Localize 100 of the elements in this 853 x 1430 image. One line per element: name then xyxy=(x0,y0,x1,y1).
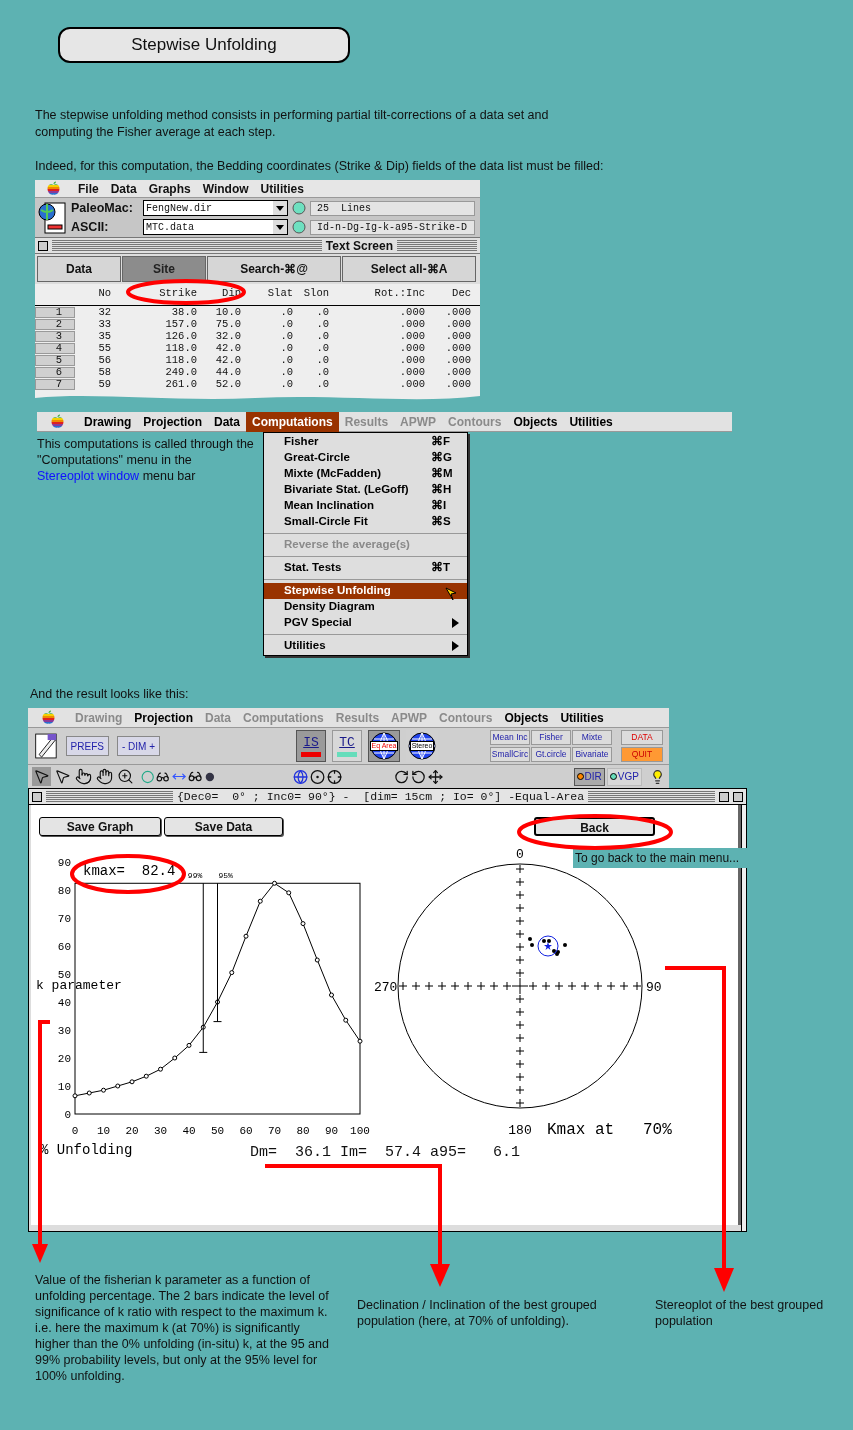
tab[interactable]: Select all-⌘A xyxy=(342,256,476,282)
table-cell-text: .000 xyxy=(444,366,471,378)
move-icon[interactable] xyxy=(428,767,444,786)
column-header: Dec xyxy=(451,286,471,302)
menu-item[interactable]: Stat. Tests ⌘T xyxy=(264,560,467,576)
row-number[interactable]: 1 xyxy=(35,306,75,318)
table-cell-text: .000 xyxy=(444,342,471,354)
coordinate-toggle[interactable]: VGP xyxy=(606,767,642,786)
menu-item[interactable]: Great-Circle ⌘G xyxy=(264,450,467,466)
arrow-pointer-icon[interactable] xyxy=(54,768,71,785)
y-axis-title: k parameter xyxy=(36,978,122,993)
save-button[interactable]: Save Data xyxy=(164,817,283,836)
menu-item[interactable]: Projection xyxy=(137,411,209,432)
menu-item[interactable]: Mixte (McFadden) ⌘M xyxy=(264,466,467,482)
file-select[interactable]: FengNew.dir xyxy=(143,200,288,216)
table-cell-text: .0 xyxy=(315,330,329,342)
menu-item[interactable]: Utilities xyxy=(563,411,619,432)
pen-document-icon xyxy=(34,730,60,762)
menu-item[interactable]: Window xyxy=(196,180,255,198)
menu-item[interactable]: File xyxy=(72,180,105,198)
row-number[interactable]: 3 xyxy=(35,330,75,342)
mean-direction-stats: Dm= 36.1 Im= 57.4 a95= 6.1 xyxy=(250,1143,521,1163)
table-cell-text: .0 xyxy=(279,366,293,378)
prefs-button[interactable]: PREFS xyxy=(65,736,109,756)
command-button[interactable]: Mean Inc xyxy=(490,730,530,745)
command-button[interactable]: Bivariate xyxy=(572,747,612,762)
menu-item[interactable]: Data xyxy=(104,180,143,198)
close-box[interactable] xyxy=(38,240,48,251)
menu-item[interactable]: Utilities xyxy=(554,707,610,728)
row-number[interactable]: 6 xyxy=(35,366,75,378)
menu-item[interactable]: Density Diagram xyxy=(264,599,467,615)
mode-button[interactable]: TC xyxy=(332,730,362,762)
table-cell-text: 52.0 xyxy=(214,378,241,390)
menu-item[interactable]: Data xyxy=(208,411,247,432)
dim-button[interactable]: - DIM + xyxy=(116,736,160,756)
table-cell-text: .000 xyxy=(444,354,471,366)
table-cell-text: 249.0 xyxy=(164,366,197,378)
menu-item[interactable]: Utilities xyxy=(254,180,310,198)
table-cell-text: .0 xyxy=(315,354,329,366)
net-icon[interactable] xyxy=(293,767,309,786)
table-cell-text: .0 xyxy=(279,342,293,354)
table-cell-text: 75.0 xyxy=(214,318,241,330)
menu-item[interactable]: PGV Special xyxy=(264,615,467,631)
tab[interactable]: Search-⌘@ xyxy=(207,256,341,282)
table-cell-text: 35 xyxy=(97,330,112,342)
row-number[interactable]: 5 xyxy=(35,354,75,366)
coordinate-toggle[interactable]: DIR xyxy=(573,767,605,786)
mode-button[interactable]: IS xyxy=(296,730,326,762)
menu-item[interactable]: Mean Inclination ⌘I xyxy=(264,498,467,514)
hand-icon[interactable] xyxy=(96,768,113,785)
command-button[interactable]: Gt.circle xyxy=(531,747,571,762)
zoom-box[interactable] xyxy=(719,791,729,802)
command-button[interactable]: DATA xyxy=(621,730,663,745)
column-header: Strike xyxy=(158,286,197,302)
menu-item[interactable]: Objects xyxy=(507,411,564,432)
mouse-cursor-icon xyxy=(445,587,457,601)
x-tick-label: 40 xyxy=(182,1125,196,1137)
table-cell-text: .0 xyxy=(279,330,293,342)
command-button[interactable]: SmallCirc xyxy=(490,747,530,762)
menu-item[interactable]: Projection xyxy=(128,707,200,728)
table-cell-text: .000 xyxy=(444,378,471,390)
menu-item[interactable]: Computations xyxy=(246,411,339,432)
menu-item[interactable]: Drawing xyxy=(78,411,138,432)
command-button[interactable]: Mixte xyxy=(572,730,612,745)
menu-item[interactable]: Fisher ⌘F xyxy=(264,434,467,450)
pointing-hand-icon[interactable] xyxy=(75,768,92,785)
info-field: 25 Lines xyxy=(310,200,475,216)
collapse-box[interactable] xyxy=(733,791,743,802)
row-number[interactable]: 2 xyxy=(35,318,75,330)
submenu-arrow-icon xyxy=(452,618,459,628)
row-number[interactable]: 4 xyxy=(35,342,75,354)
column-header: Slat xyxy=(266,286,293,302)
command-button[interactable]: Fisher xyxy=(531,730,571,745)
menu-item[interactable]: Graphs xyxy=(142,180,197,198)
tab[interactable]: Site xyxy=(122,256,206,282)
crosshair-icon[interactable] xyxy=(327,767,343,786)
save-button[interactable]: Save Graph xyxy=(39,817,161,836)
field-label: PaleoMac: xyxy=(71,199,134,217)
close-box[interactable] xyxy=(32,791,42,802)
explanation-text: Value of the fisherian k parameter as a function of unfolding percentage. The 2 bars indicate the level of significance of k ratio with respect to the maximum k. xyxy=(35,1272,330,1320)
table-cell-text: .000 xyxy=(398,366,425,378)
table-cell-text: 10.0 xyxy=(214,306,241,318)
table-cell-text: 126.0 xyxy=(164,330,197,342)
circle-dot-icon[interactable] xyxy=(310,767,326,786)
table-cell-text: 118.0 xyxy=(164,354,197,366)
menu-item[interactable]: Stepwise Unfolding xyxy=(264,583,467,599)
table-cell-text: .000 xyxy=(444,330,471,342)
menu-note: This computations is called through the "Computations" menu in the Stereoplot window menu bar xyxy=(37,436,255,485)
x-tick-label: 30 xyxy=(153,1125,168,1137)
tab[interactable]: Data xyxy=(37,256,121,282)
menu-item[interactable]: Small-Circle Fit ⌘S xyxy=(264,514,467,530)
menu-item[interactable]: Bivariate Stat. (LeGoff) ⌘H xyxy=(264,482,467,498)
menu-item[interactable]: Objects xyxy=(498,707,555,728)
menu-item[interactable]: Utilities xyxy=(264,638,467,654)
x-tick-label: 60 xyxy=(239,1125,253,1137)
file-select[interactable]: MTC.data xyxy=(143,219,288,235)
x-tick-label: 70 xyxy=(267,1125,282,1137)
zoom-icon[interactable] xyxy=(117,768,134,785)
data-point xyxy=(530,943,534,947)
row-number[interactable]: 7 xyxy=(35,378,75,390)
